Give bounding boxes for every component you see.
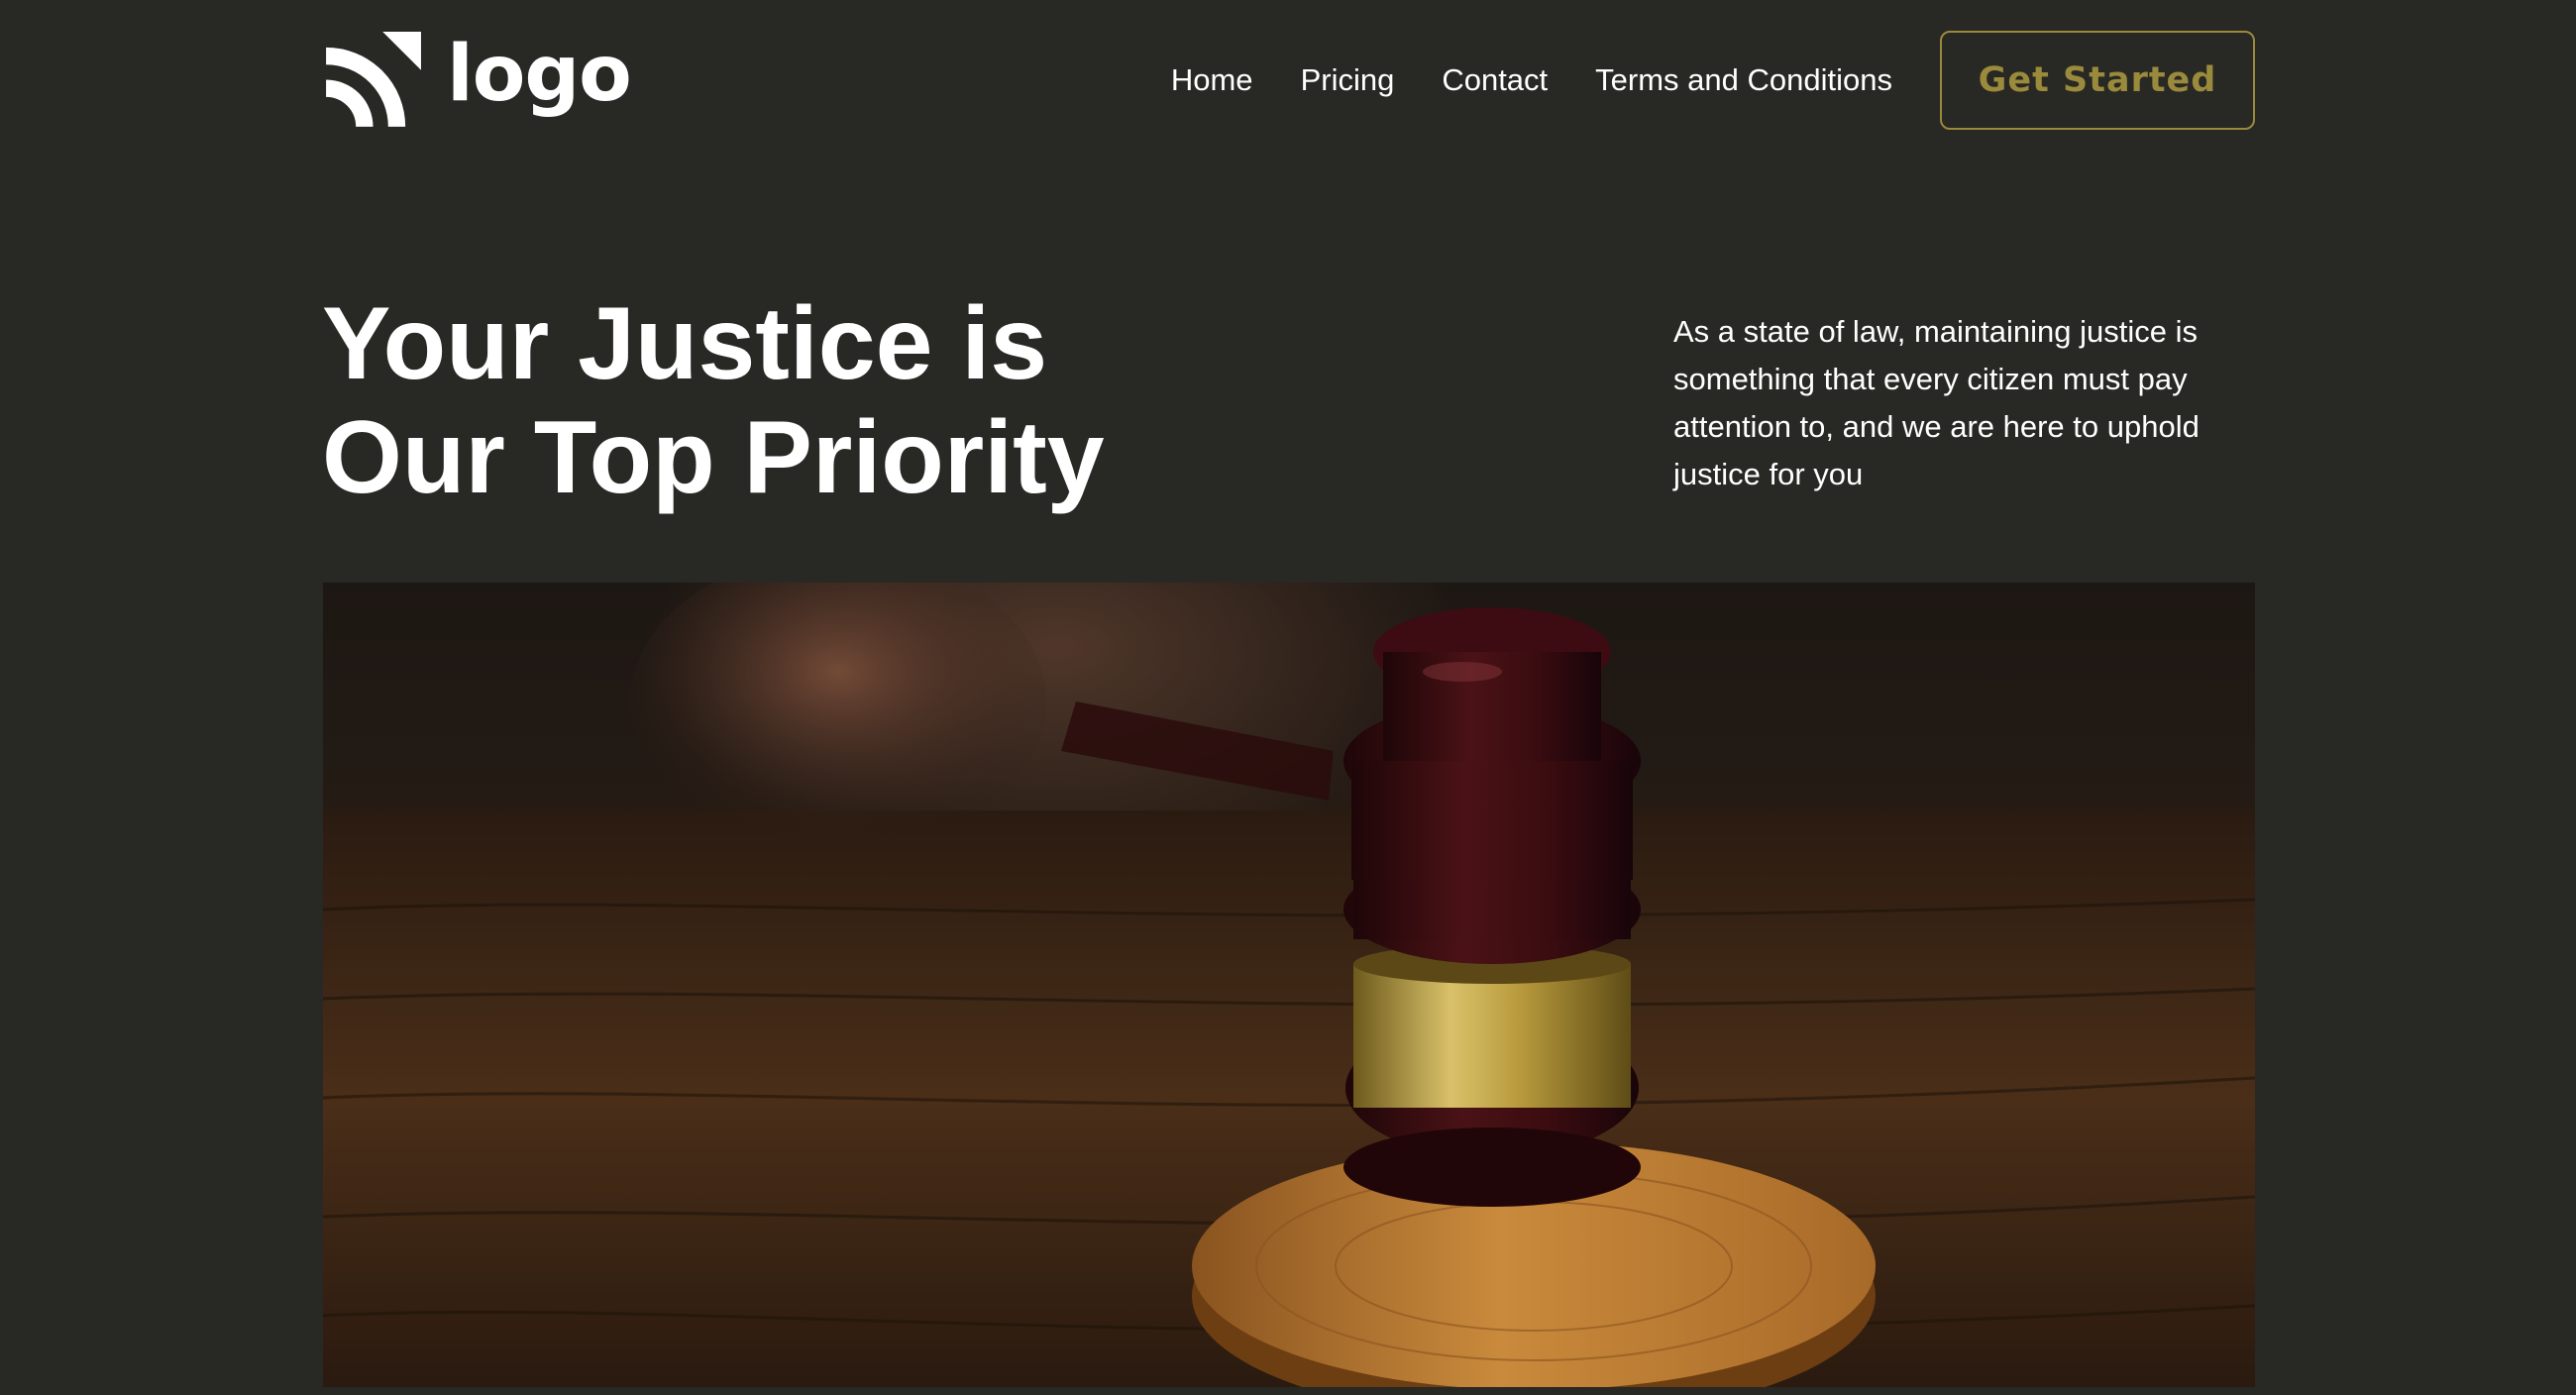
nav-pricing[interactable]: Pricing [1301,62,1395,98]
site-header: logo Home Pricing Contact Terms and Cond… [322,30,2255,131]
brand-logo[interactable]: logo [322,30,632,131]
main-nav: Home Pricing Contact Terms and Condition… [1171,31,2255,130]
nav-home[interactable]: Home [1171,62,1253,98]
gavel-illustration [323,583,2255,1387]
hero-title-line-2: Our Top Priority [322,400,1105,515]
logo-text: logo [447,30,632,119]
nav-terms[interactable]: Terms and Conditions [1595,62,1892,98]
landing-page: logo Home Pricing Contact Terms and Cond… [0,0,2576,1395]
nav-contact[interactable]: Contact [1442,62,1548,98]
hero-title: Your Justice is Our Top Priority [322,287,1214,515]
hero-title-line-1: Your Justice is [322,286,1048,401]
gavel-photo [323,583,2255,1387]
signal-arcs-icon [325,32,421,128]
hero-description: As a state of law, maintaining justice i… [1673,314,2200,491]
get-started-button[interactable]: Get Started [1940,31,2255,130]
